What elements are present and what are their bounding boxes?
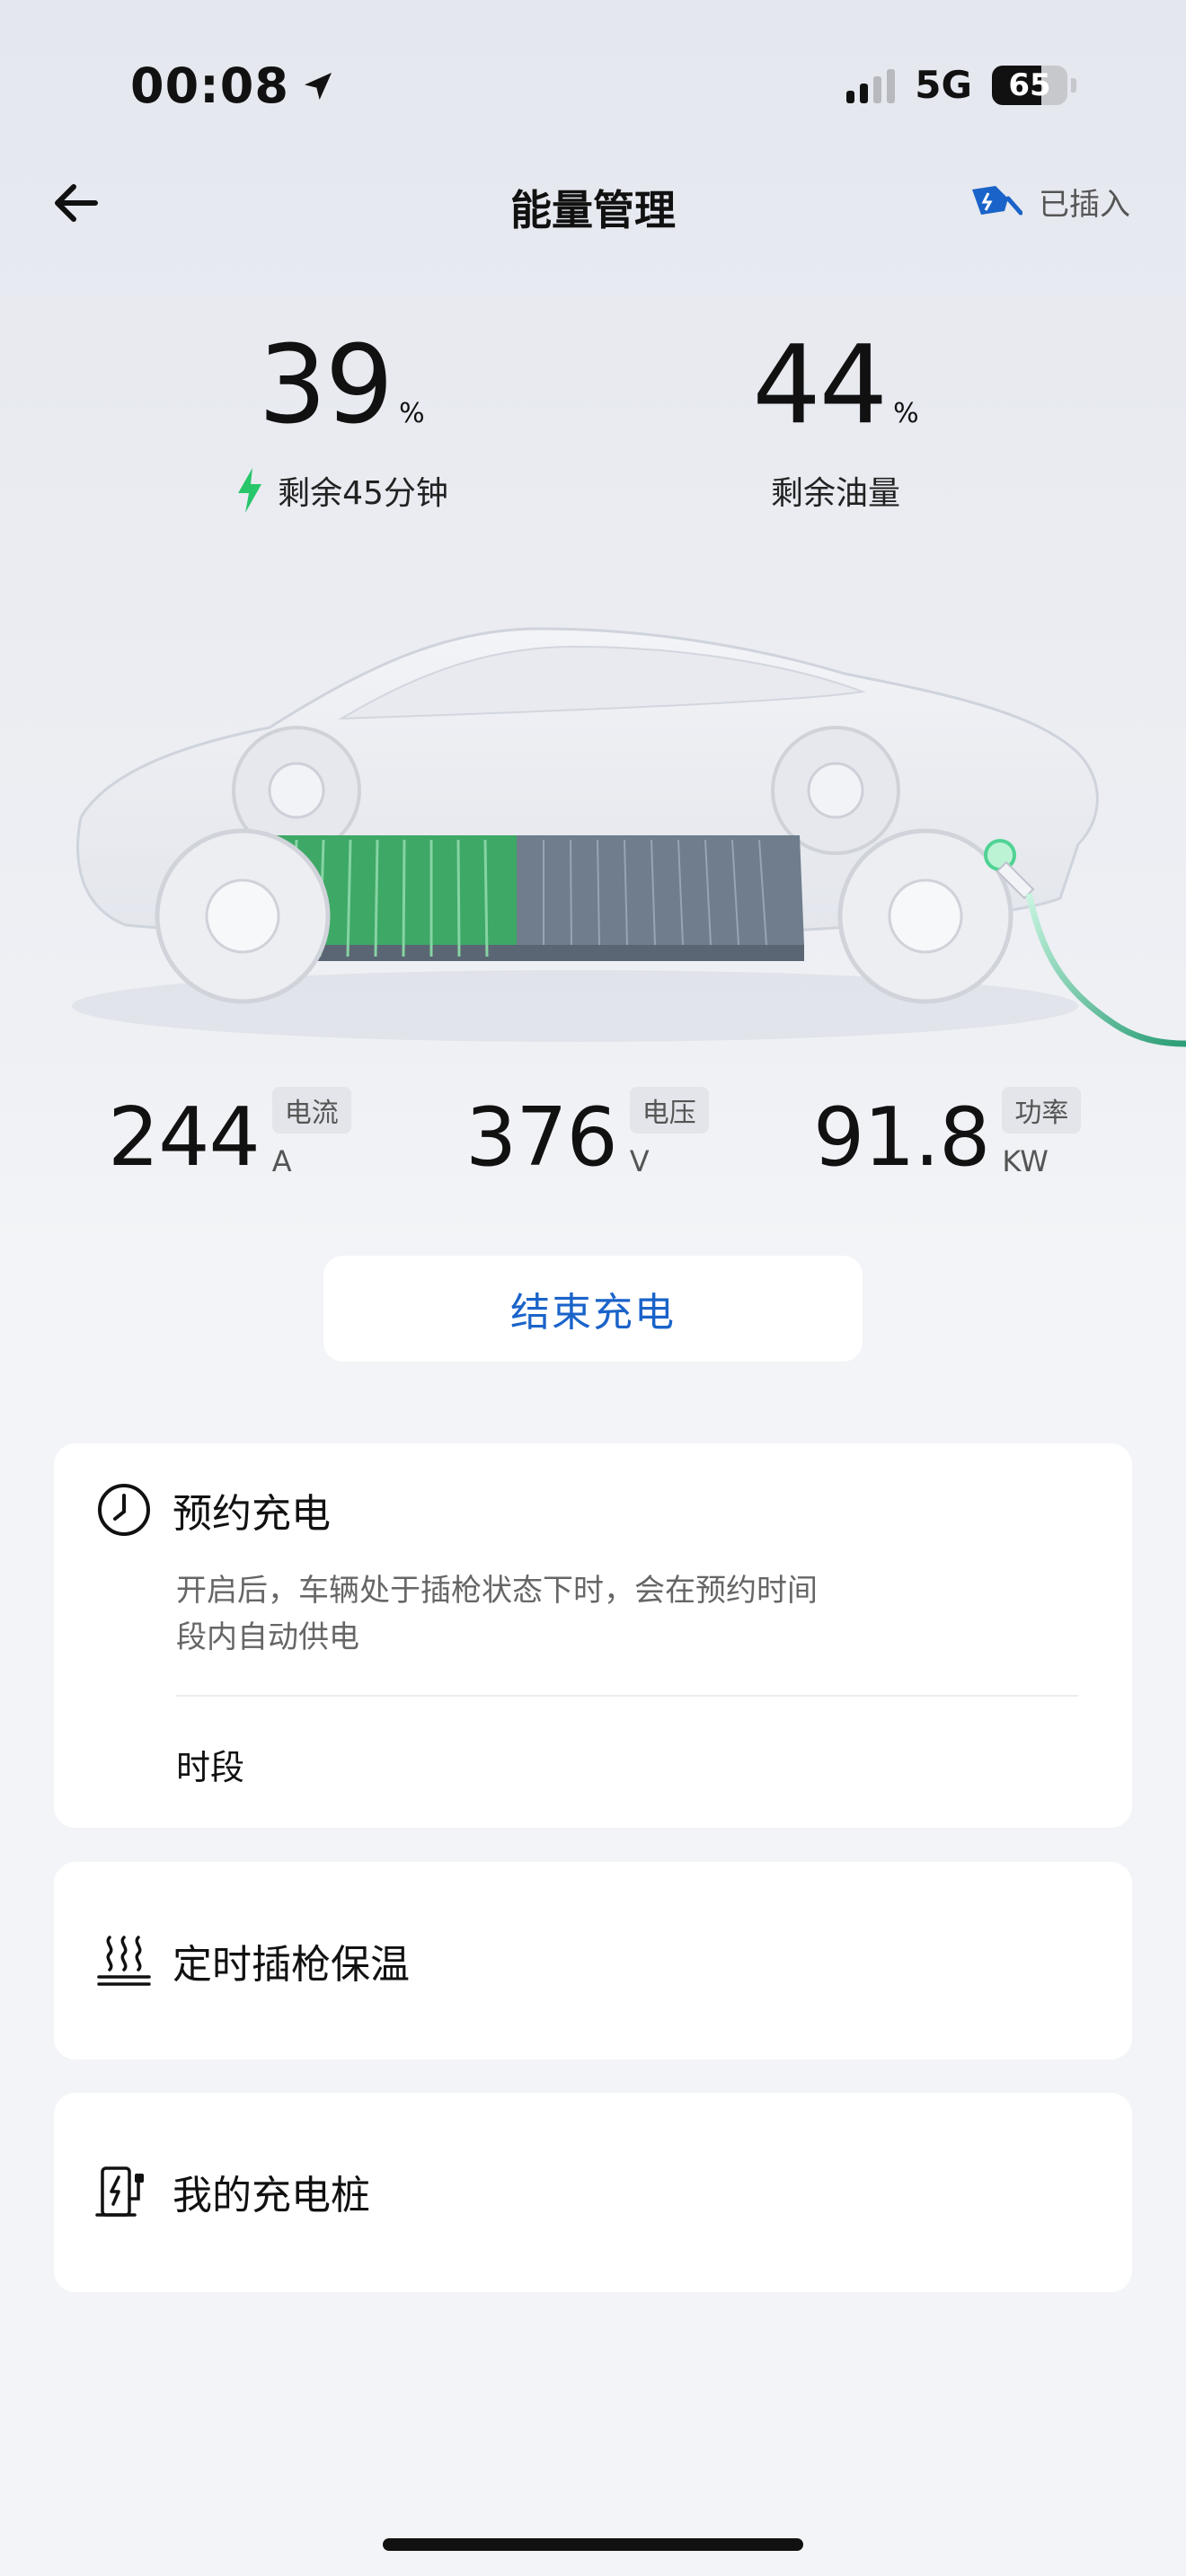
fuel-remaining-label: 剩余油量 (770, 475, 900, 512)
status-indicators: 5G 65 (846, 63, 1076, 107)
fuel-percent: 44 (752, 323, 888, 448)
voltage-metric: 376 电压 V (465, 1087, 709, 1185)
plug-status[interactable]: 已插入 (969, 180, 1130, 224)
signal-icon (846, 67, 896, 103)
voltage-tag: 电压 (629, 1087, 709, 1134)
location-arrow-icon (304, 72, 332, 100)
fuel-level-block: 44% 剩余油量 (656, 332, 1015, 514)
scheduled-charging-card[interactable]: 预约充电 开启后，车辆处于插枪状态下时，会在预约时间 段内自动供电 时段 (54, 1443, 1132, 1828)
battery-percent: 39 (258, 323, 394, 448)
car-battery-illustration (72, 627, 1186, 1047)
heat-waves-icon (97, 1936, 151, 1986)
power-unit: KW (1002, 1144, 1049, 1178)
current-tag: 电流 (271, 1087, 351, 1134)
plug-status-label: 已插入 (1039, 187, 1130, 223)
battery-level: 65 (1008, 66, 1051, 103)
charging-plug-icon (972, 185, 1022, 215)
clock-text: 00:08 (130, 57, 289, 114)
current-value: 244 (108, 1090, 261, 1185)
charging-station-icon (95, 2166, 144, 2217)
lightning-icon (238, 468, 262, 513)
my-charger-title: 我的充电桩 (173, 2173, 370, 2219)
stop-charging-button[interactable]: 结束充电 (323, 1256, 863, 1362)
power-tag: 功率 (1002, 1087, 1082, 1134)
battery-remaining-time: 剩余45分钟 (278, 475, 448, 512)
time-slot-row[interactable]: 时段 (176, 1740, 244, 1789)
divider (176, 1695, 1078, 1697)
battery-level-block: 39% 剩余45分钟 (162, 332, 521, 514)
scheduled-charging-description: 开启后，车辆处于插枪状态下时，会在预约时间 段内自动供电 (176, 1567, 895, 1661)
home-indicator[interactable] (383, 2538, 803, 2551)
description-line-2: 段内自动供电 (176, 1619, 359, 1655)
voltage-unit: V (629, 1144, 650, 1178)
voltage-value: 376 (465, 1090, 618, 1185)
clock-icon (98, 1484, 150, 1536)
network-type: 5G (915, 63, 972, 107)
power-metric: 91.8 功率 KW (813, 1087, 1082, 1185)
power-value: 91.8 (813, 1090, 990, 1185)
description-line-1: 开启后，车辆处于插枪状态下时，会在预约时间 (176, 1573, 818, 1609)
battery-icon: 65 (992, 65, 1067, 105)
fuel-percent-unit: % (893, 398, 919, 429)
timed-heating-card[interactable]: 定时插枪保温 (54, 1862, 1132, 2060)
my-charger-card[interactable]: 我的充电桩 (54, 2093, 1132, 2292)
current-metric: 244 电流 A (108, 1087, 351, 1185)
current-unit: A (271, 1144, 292, 1178)
scheduled-charging-title: 预约充电 (173, 1491, 331, 1537)
status-time: 00:08 (130, 57, 336, 114)
battery-percent-unit: % (399, 398, 425, 429)
timed-heating-title: 定时插枪保温 (173, 1942, 410, 1988)
